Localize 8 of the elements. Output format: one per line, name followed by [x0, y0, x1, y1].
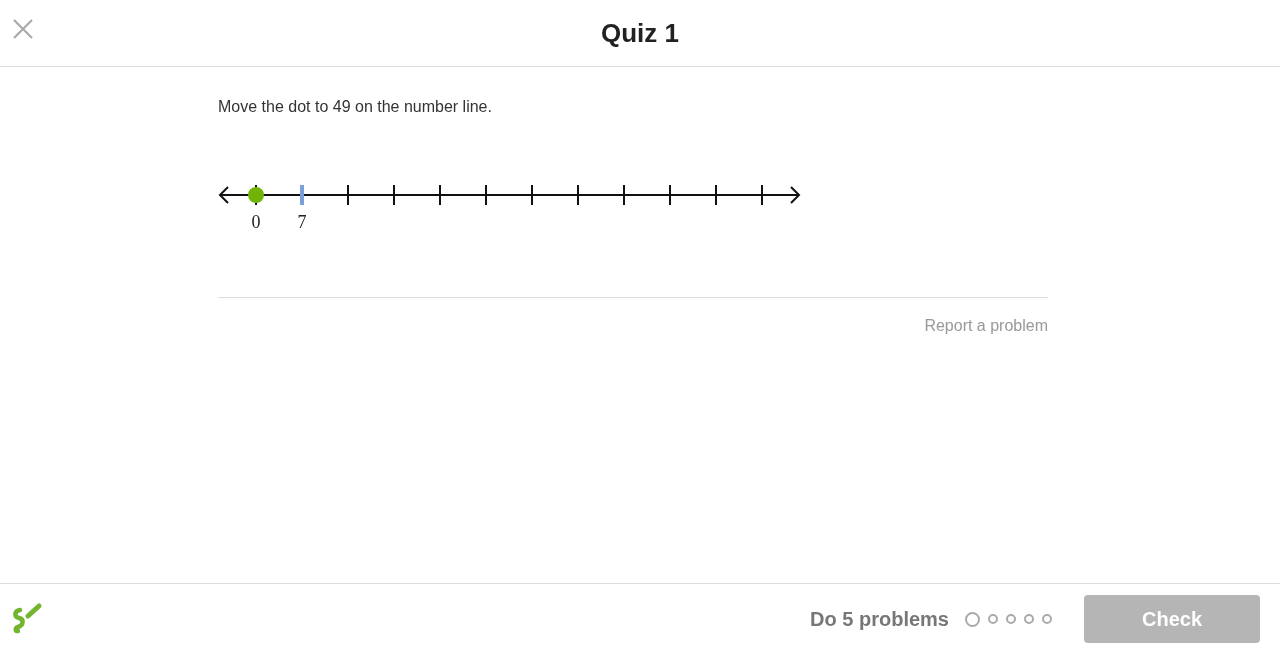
draggable-dot[interactable]	[248, 187, 264, 203]
report-link[interactable]: Report a problem	[924, 317, 1048, 334]
quiz-title: Quiz 1	[601, 16, 679, 50]
question-text: Move the dot to 49 on the number line.	[218, 97, 493, 117]
close-icon	[12, 17, 34, 40]
progress-text: Do 5 problems	[810, 607, 949, 632]
tick-label: 7	[297, 212, 307, 232]
tick-label: 0	[251, 212, 261, 232]
